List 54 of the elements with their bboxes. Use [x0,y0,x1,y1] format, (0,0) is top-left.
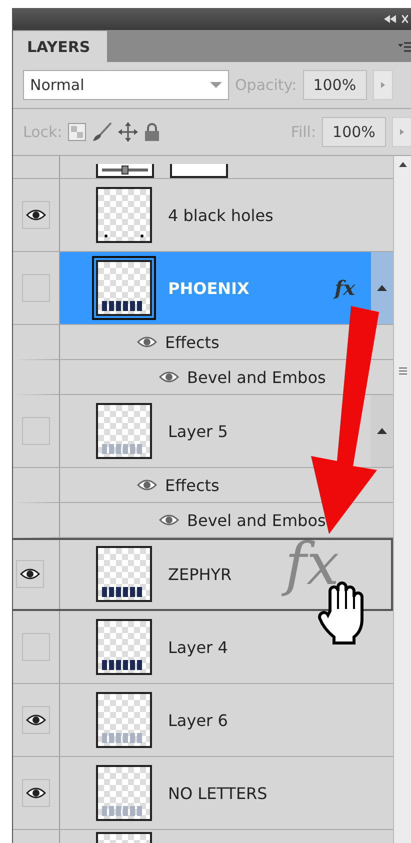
adjustment-thumbnail [96,164,154,178]
panel-menu-icon[interactable] [398,42,411,52]
layer-name: Layer 4 [168,638,228,656]
layer-name: ZEPHYR [168,564,232,584]
fill-field[interactable]: 100% [322,117,386,147]
close-icon[interactable] [402,15,408,23]
triangle-icon [377,428,387,434]
eye-icon [26,787,46,799]
eye-icon [26,209,46,221]
layer-row[interactable]: Layer 6 [13,684,393,757]
scroll-up-icon[interactable] [399,162,407,167]
visibility-toggle[interactable] [16,560,44,588]
layers-tab[interactable]: LAYERS [13,31,107,62]
layer-name: PHOENIX [168,278,250,298]
expand-toggle[interactable] [371,395,393,467]
caret-icon [210,82,222,88]
fill-slider-toggle[interactable] [392,117,411,147]
visibility-toggle[interactable] [22,201,50,229]
layer-name: Layer 6 [168,710,228,730]
effect-label: Bevel and Embos [187,510,326,530]
scrollbar[interactable] [393,156,411,843]
effects-label: Effects [165,476,220,494]
layer-name: NO LETTERS [168,784,268,802]
layer-name: Layer 5 [168,422,228,440]
checker-icon[interactable] [68,123,86,141]
expand-toggle[interactable] [371,252,393,324]
effect-label: Bevel and Embos [187,368,326,386]
brush-icon[interactable] [92,122,112,142]
opacity-slider-toggle[interactable] [372,70,393,100]
triangle-icon [400,129,404,135]
triangle-icon [377,285,387,291]
layer-row[interactable]: Layer 4 [13,611,393,684]
grip-icon[interactable] [399,367,407,375]
fx-icon: fx [334,276,355,300]
dots-drawing [104,234,144,238]
move-icon[interactable] [118,122,138,142]
eye-icon [26,714,46,726]
visibility-toggle[interactable] [22,779,50,807]
layer-row[interactable]: 4 black holes [13,179,393,252]
eye-icon [20,568,40,580]
lock-icon[interactable] [144,122,160,142]
visibility-toggle[interactable] [22,274,50,302]
layer-name: 4 black holes [168,206,274,224]
layer-row[interactable]: PHOENIX fx [13,252,393,325]
visibility-toggle[interactable] [22,633,50,661]
triangle-icon [380,82,385,88]
visibility-toggle[interactable] [22,417,50,445]
opacity-field[interactable]: 100% [302,70,367,100]
visibility-toggle[interactable] [22,706,50,734]
blend-mode-select[interactable]: Normal [23,70,229,100]
layer-row[interactable]: Layer 5 [13,395,393,468]
effects-label: Effects [165,332,220,352]
collapse-icon[interactable] [384,15,396,23]
layer-row[interactable]: NO LETTERS [13,757,393,830]
